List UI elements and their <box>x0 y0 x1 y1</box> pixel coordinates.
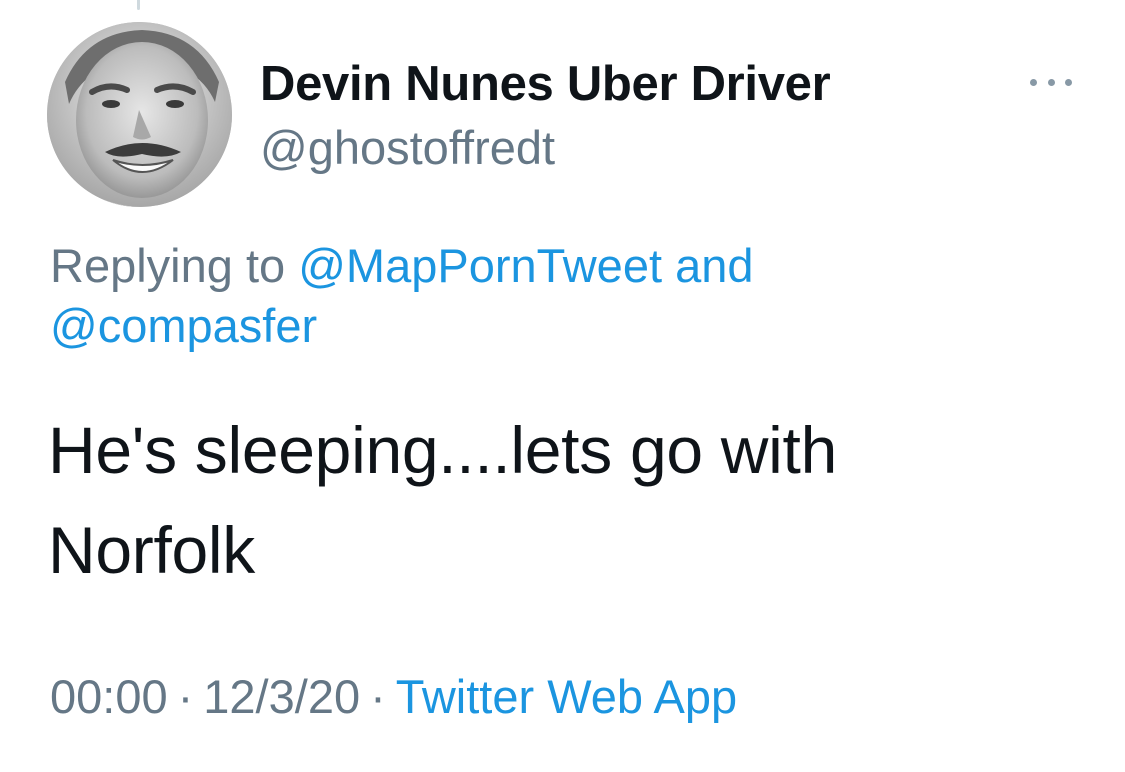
tweet-time[interactable]: 00:00 <box>50 670 168 723</box>
meta-separator: · <box>370 670 386 723</box>
tweet-date[interactable]: 12/3/20 <box>203 670 360 723</box>
reply-conjunction[interactable]: and <box>675 239 753 292</box>
thread-connector-line <box>137 0 140 10</box>
more-dot-icon <box>1065 78 1072 86</box>
profile-photo-icon <box>47 22 232 207</box>
tweet-source-link[interactable]: Twitter Web App <box>396 670 737 723</box>
tweet-metadata: 00:00 · 12/3/20 · Twitter Web App <box>50 668 737 726</box>
more-options-button[interactable] <box>1030 72 1072 92</box>
tweet-text: He's sleeping....lets go with Norfolk <box>48 400 1078 600</box>
meta-separator: · <box>177 670 194 723</box>
replying-to: Replying to @MapPornTweet and @compasfer <box>50 236 950 356</box>
reply-mention-mapporntweet[interactable]: @MapPornTweet <box>298 239 662 292</box>
author-display-name[interactable]: Devin Nunes Uber Driver <box>260 55 831 113</box>
author-handle[interactable]: @ghostoffredt <box>260 120 555 176</box>
tweet-text-line: Norfolk <box>48 513 255 587</box>
reply-mention-compasfer[interactable]: @compasfer <box>50 299 317 352</box>
tweet-text-line: He's sleeping....lets go with <box>48 413 837 487</box>
more-dot-icon <box>1030 78 1037 86</box>
replying-to-label: Replying to <box>50 239 286 292</box>
more-dot-icon <box>1047 78 1055 86</box>
avatar[interactable] <box>47 22 232 207</box>
